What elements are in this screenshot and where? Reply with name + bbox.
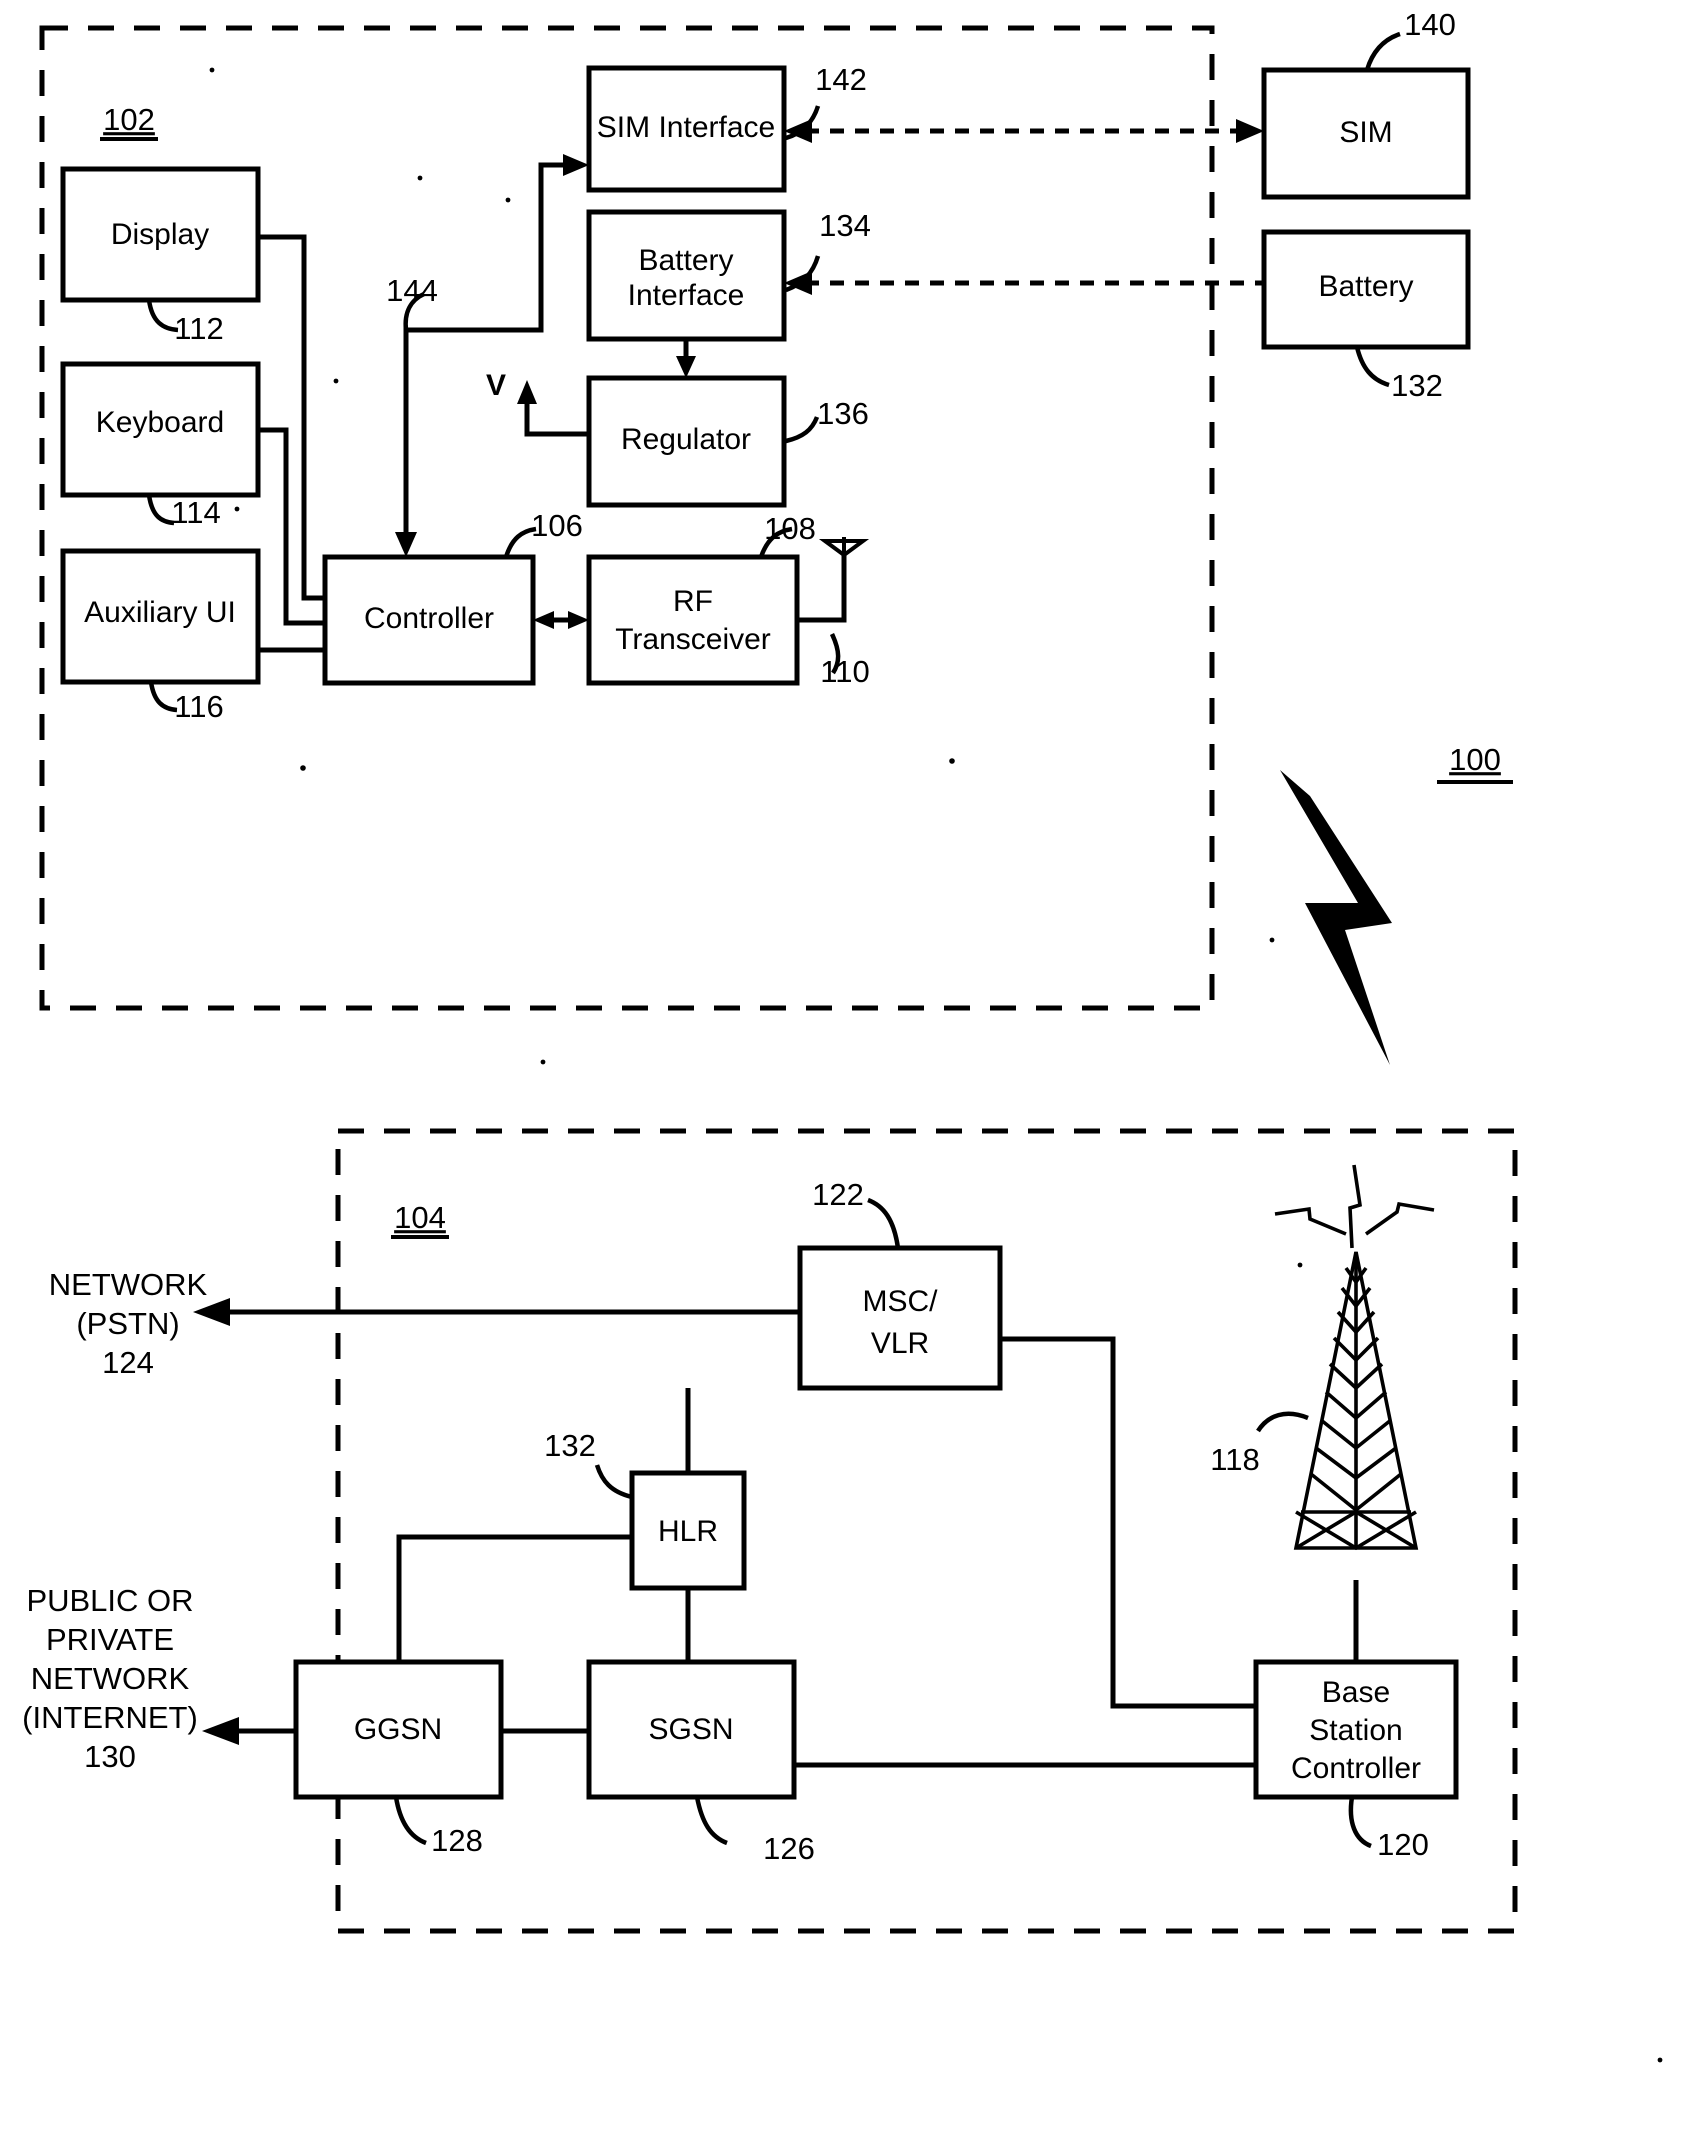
ref-126: 126	[763, 1831, 815, 1866]
external-pstn-line-1: NETWORK	[49, 1267, 208, 1302]
patent-block-diagram: 102 Display 112 Keyboard 114 Auxiliary U…	[22, 7, 1663, 2063]
cell-tower-icon	[1274, 1164, 1435, 1551]
ref-132-hlr: 132	[544, 1428, 596, 1463]
block-msc-vlr	[797, 1245, 1003, 1391]
ref-140: 140	[1404, 7, 1456, 42]
block-hlr-label: HLR	[658, 1515, 718, 1548]
block-regulator-label: Regulator	[621, 423, 751, 456]
block-battery-interface-label-2: Interface	[628, 279, 745, 312]
external-internet-line-2: PRIVATE	[46, 1622, 174, 1657]
block-msc-vlr-label-2: VLR	[871, 1327, 929, 1360]
ref-132-battery: 132	[1391, 368, 1443, 403]
external-pstn-ref: 124	[102, 1345, 154, 1380]
block-rf-transceiver-label-1: RF	[673, 585, 713, 618]
block-controller-label: Controller	[364, 602, 494, 635]
ref-102: 102	[103, 102, 155, 137]
ref-114: 114	[171, 495, 220, 530]
block-keyboard-label: Keyboard	[96, 406, 224, 439]
block-bsc-label-3: Controller	[1291, 1752, 1421, 1785]
external-internet-line-1: PUBLIC OR	[26, 1583, 193, 1618]
ref-106: 106	[531, 508, 583, 543]
block-bsc-label-2: Station	[1309, 1714, 1402, 1747]
ref-112: 112	[174, 311, 223, 346]
block-rf-transceiver	[586, 554, 800, 686]
ref-134: 134	[819, 208, 871, 243]
lightning-bolt-icon	[1280, 770, 1392, 1065]
ref-118: 118	[1210, 1442, 1259, 1477]
external-internet-line-4: (INTERNET)	[22, 1700, 198, 1735]
regulator-output-label-v: V	[486, 369, 506, 402]
ref-116: 116	[174, 689, 223, 724]
block-sim-label: SIM	[1339, 116, 1392, 149]
block-rf-transceiver-label-2: Transceiver	[615, 623, 771, 656]
external-internet-line-3: NETWORK	[31, 1661, 190, 1696]
block-sgsn-label: SGSN	[648, 1713, 733, 1746]
external-internet-ref: 130	[84, 1739, 136, 1774]
block-sim-interface-label: SIM Interface	[597, 111, 775, 144]
block-battery-label: Battery	[1318, 270, 1413, 303]
ref-128: 128	[431, 1823, 483, 1858]
ref-108: 108	[764, 511, 816, 546]
block-msc-vlr-label-1: MSC/	[863, 1285, 939, 1318]
block-ggsn-label: GGSN	[354, 1713, 442, 1746]
block-battery-interface-label-1: Battery	[638, 244, 733, 277]
ref-100: 100	[1449, 742, 1501, 777]
ref-144: 144	[386, 273, 438, 308]
external-pstn-line-2: (PSTN)	[76, 1306, 179, 1341]
ref-110: 110	[820, 654, 869, 689]
ref-104: 104	[394, 1200, 446, 1235]
ref-136: 136	[817, 396, 869, 431]
block-display-label: Display	[111, 218, 209, 251]
patent-figure-page: 102 Display 112 Keyboard 114 Auxiliary U…	[0, 0, 1688, 2131]
block-bsc-label-1: Base	[1322, 1676, 1390, 1709]
ref-122: 122	[812, 1177, 864, 1212]
block-auxiliary-ui-label: Auxiliary UI	[84, 596, 236, 629]
ref-120: 120	[1377, 1827, 1429, 1862]
ref-142: 142	[815, 62, 867, 97]
